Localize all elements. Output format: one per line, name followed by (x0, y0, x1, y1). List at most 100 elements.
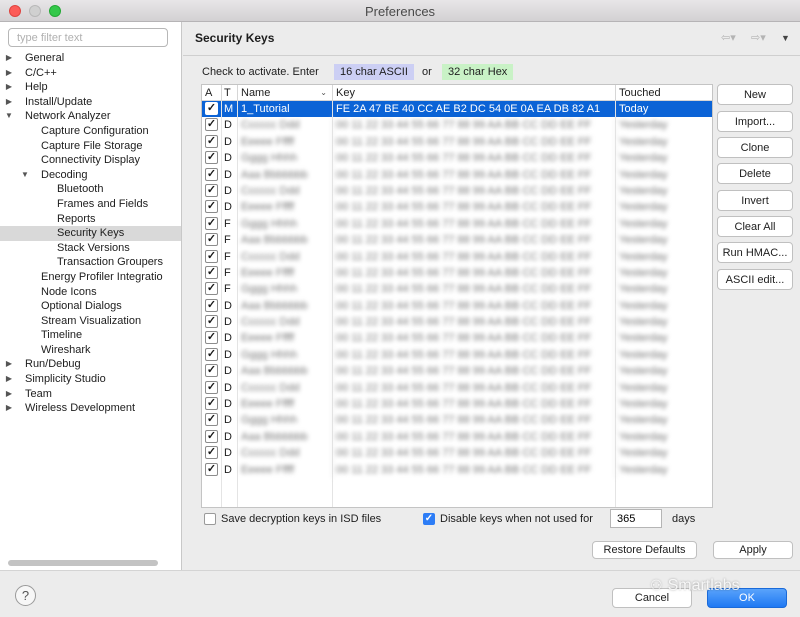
tree-item[interactable]: Stream Visualization (0, 314, 181, 329)
row-active-checkbox[interactable]: ✓ (205, 233, 218, 247)
tree-item[interactable]: Capture Configuration (0, 124, 181, 139)
row-active-checkbox[interactable]: ✓ (205, 462, 218, 476)
forward-arrow-icon[interactable]: ⇨▾ (751, 31, 766, 44)
days-input[interactable] (610, 509, 662, 528)
table-row[interactable]: ✓ D Eeeee Fffff 00 11 22 33 44 55 66 77 88 … (202, 199, 712, 216)
expanded-twisty-icon[interactable]: ▼ (20, 168, 30, 183)
row-active-checkbox[interactable]: ✓ (205, 298, 218, 312)
table-row[interactable]: ✓ D Cccccc Ddd 00 11 22 33 44 55 66 77 88 9… (202, 379, 712, 397)
tree-item[interactable]: Node Icons (0, 285, 181, 300)
clone-key-button[interactable]: Clone (717, 137, 793, 158)
tree-item[interactable]: ▶ Help (0, 80, 181, 95)
tree-item[interactable]: Frames and Fields (0, 197, 181, 212)
table-row[interactable]: ✓ F Cccccc Ddd 00 11 22 33 44 55 66 77 88 9… (202, 248, 712, 265)
row-active-checkbox[interactable]: ✓ (205, 134, 218, 148)
table-row[interactable]: ✓ D Gggg Hhhh 00 11 22 33 44 55 66 77 88 99… (202, 150, 712, 167)
table-row[interactable]: ✓ D Eeeee Fffff 00 11 22 33 44 55 66 77 88 … (202, 330, 712, 347)
collapsed-twisty-icon[interactable]: ▶ (4, 357, 14, 372)
import-keys-button[interactable]: Import... (717, 111, 793, 132)
collapsed-twisty-icon[interactable]: ▶ (4, 66, 14, 81)
column-header-type[interactable]: T (222, 85, 238, 101)
collapsed-twisty-icon[interactable]: ▶ (4, 387, 14, 402)
table-row[interactable]: ✓ F Aaa Bbbbbbb 00 11 22 33 44 55 66 77 88 … (202, 232, 712, 249)
column-header-touched[interactable]: Touched (616, 85, 712, 101)
collapsed-twisty-icon[interactable]: ▶ (4, 51, 14, 66)
tree-item[interactable]: ▼ Network Analyzer (0, 109, 181, 124)
row-active-checkbox[interactable]: ✓ (205, 102, 218, 115)
collapsed-twisty-icon[interactable]: ▶ (4, 372, 14, 387)
tree-item[interactable]: ▼ Decoding (0, 168, 181, 183)
row-active-checkbox[interactable]: ✓ (205, 429, 218, 443)
table-row[interactable]: ✓ D Gggg Hhhh 00 11 22 33 44 55 66 77 88 99… (202, 346, 712, 364)
table-row[interactable]: ✓ D Cccccc Ddd 00 11 22 33 44 55 66 77 88 9… (202, 445, 712, 462)
new-key-button[interactable]: New (717, 84, 793, 105)
tree-item[interactable]: ▶ Run/Debug (0, 357, 181, 372)
table-row[interactable]: ✓ D Cccccc Ddd 00 11 22 33 44 55 66 77 88 9… (202, 314, 712, 331)
table-row[interactable]: ✓ D Aaa Bbbbbbb 00 11 22 33 44 55 66 77 88 … (202, 428, 712, 446)
row-active-checkbox[interactable]: ✓ (205, 216, 218, 230)
apply-button[interactable]: Apply (713, 541, 793, 559)
row-active-checkbox[interactable]: ✓ (205, 347, 218, 361)
row-active-checkbox[interactable]: ✓ (205, 364, 218, 378)
row-active-checkbox[interactable]: ✓ (205, 200, 218, 214)
tree-item[interactable]: Reports (0, 212, 181, 227)
table-row[interactable]: ✓ D Aaa Bbbbbbb 00 11 22 33 44 55 66 77 88 … (202, 363, 712, 380)
table-row[interactable]: ✓ D Aaa Bbbbbbb 00 11 22 33 44 55 66 77 88 … (202, 166, 712, 183)
table-row[interactable]: ✓ D Gggg Hhhh 00 11 22 33 44 55 66 77 88 99… (202, 412, 712, 429)
restore-defaults-button[interactable]: Restore Defaults (592, 541, 697, 559)
save-isd-checkbox[interactable] (204, 513, 216, 525)
tree-item[interactable]: Transaction Groupers (0, 255, 181, 270)
tree-item[interactable]: Connectivity Display (0, 153, 181, 168)
tree-item[interactable]: ▶ Simplicity Studio (0, 372, 181, 387)
column-header-key[interactable]: Key (333, 85, 616, 101)
table-row[interactable]: ✓ D Aaa Bbbbbbb 00 11 22 33 44 55 66 77 88 … (202, 297, 712, 315)
row-active-checkbox[interactable]: ✓ (205, 413, 218, 427)
row-active-checkbox[interactable]: ✓ (205, 183, 218, 197)
table-row[interactable]: ✓ D Eeeee Fffff 00 11 22 33 44 55 66 77 88 … (202, 396, 712, 413)
row-active-checkbox[interactable]: ✓ (205, 397, 218, 411)
delete-key-button[interactable]: Delete (717, 163, 793, 184)
row-active-checkbox[interactable]: ✓ (205, 315, 218, 329)
table-row[interactable]: ✓ D Cccccc Ddd 00 11 22 33 44 55 66 77 88 9… (202, 182, 712, 200)
tree-item[interactable]: Security Keys (0, 226, 181, 241)
column-header-active[interactable]: A (202, 85, 222, 101)
row-active-checkbox[interactable]: ✓ (205, 151, 218, 165)
row-active-checkbox[interactable]: ✓ (205, 331, 218, 345)
help-icon[interactable]: ? (15, 585, 36, 606)
invert-button[interactable]: Invert (717, 190, 793, 211)
tree-item[interactable]: ▶ C/C++ (0, 66, 181, 81)
tree-item[interactable]: Energy Profiler Integratio (0, 270, 181, 285)
tree-item[interactable]: ▶ Install/Update (0, 95, 181, 110)
tree-item[interactable]: Timeline (0, 328, 181, 343)
disable-unused-checkbox[interactable]: ✓ (423, 513, 435, 525)
tree-item[interactable]: Wireshark (0, 343, 181, 358)
tree-item[interactable]: ▶ General (0, 51, 181, 66)
row-active-checkbox[interactable]: ✓ (205, 167, 218, 181)
row-active-checkbox[interactable]: ✓ (205, 265, 218, 279)
tree-item[interactable]: Stack Versions (0, 241, 181, 256)
clear-all-button[interactable]: Clear All (717, 216, 793, 237)
row-active-checkbox[interactable]: ✓ (205, 282, 218, 296)
row-active-checkbox[interactable]: ✓ (205, 118, 218, 132)
row-active-checkbox[interactable]: ✓ (205, 249, 218, 263)
table-row[interactable]: ✓ F Eeeee Fffff 00 11 22 33 44 55 66 77 88 … (202, 264, 712, 282)
tree-item[interactable]: Bluetooth (0, 182, 181, 197)
table-row[interactable]: ✓ D Eeeee Fffff 00 11 22 33 44 55 66 77 88 … (202, 461, 712, 478)
ascii-edit-button[interactable]: ASCII edit... (717, 269, 793, 290)
table-row[interactable]: ✓ F Gggg Hhhh 00 11 22 33 44 55 66 77 88 99… (202, 281, 712, 298)
table-row[interactable]: ✓ D Eeeee Fffff 00 11 22 33 44 55 66 77 88 … (202, 133, 712, 151)
column-header-name[interactable]: Name ⌄ (238, 85, 333, 101)
expanded-twisty-icon[interactable]: ▼ (4, 109, 14, 124)
table-row[interactable]: ✓ F Gggg Hhhh 00 11 22 33 44 55 66 77 88 99… (202, 215, 712, 233)
filter-input[interactable] (8, 28, 168, 47)
row-active-checkbox[interactable]: ✓ (205, 446, 218, 460)
tree-horizontal-scrollbar[interactable] (8, 560, 158, 566)
tree-item[interactable]: ▶ Team (0, 387, 181, 402)
collapsed-twisty-icon[interactable]: ▶ (4, 80, 14, 95)
collapsed-twisty-icon[interactable]: ▶ (4, 95, 14, 110)
table-row[interactable]: ✓ M 1_Tutorial FE 2A 47 BE 40 CC AE B2 DC 5… (202, 101, 712, 118)
tree-item[interactable]: Optional Dialogs (0, 299, 181, 314)
back-arrow-icon[interactable]: ⇦▾ (721, 31, 736, 44)
table-row[interactable]: ✓ D Cccccc Ddd 00 11 22 33 44 55 66 77 88 9… (202, 117, 712, 134)
run-hmac-button[interactable]: Run HMAC... (717, 242, 793, 263)
